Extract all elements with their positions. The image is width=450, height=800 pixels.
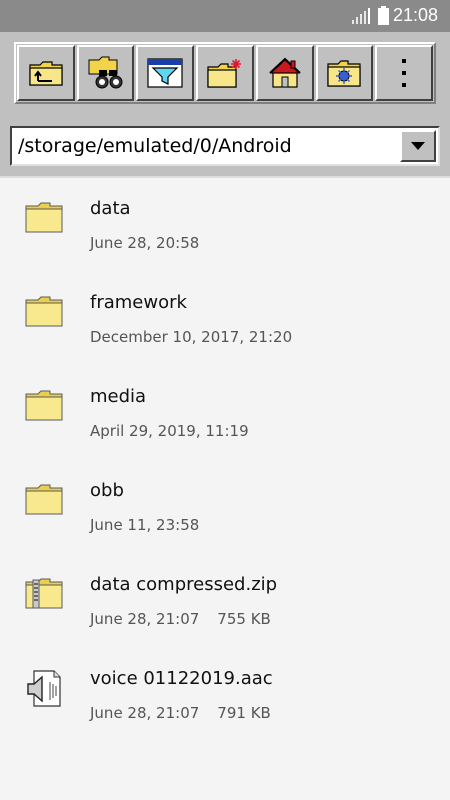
path-combobox[interactable]: /storage/emulated/0/Android xyxy=(10,126,440,166)
file-date: June 28, 21:07 xyxy=(90,610,200,628)
file-meta: April 29, 2019, 11:19 xyxy=(90,422,249,440)
home-button[interactable] xyxy=(255,45,314,101)
folder-icon xyxy=(25,390,63,421)
path-text: /storage/emulated/0/Android xyxy=(18,135,292,157)
list-item[interactable]: voice 01122019.aac June 28, 21:07 791 KB xyxy=(0,648,450,742)
file-size: 791 KB xyxy=(217,704,271,722)
more-menu-button[interactable] xyxy=(375,45,434,101)
file-name: data compressed.zip xyxy=(90,574,278,595)
file-meta: June 11, 23:58 xyxy=(90,516,199,534)
file-name: data xyxy=(90,198,131,219)
file-meta: June 28, 21:07 755 KB xyxy=(90,610,271,628)
folder-icon xyxy=(25,296,63,327)
dropdown-arrow-icon xyxy=(411,142,425,150)
file-date: June 11, 23:58 xyxy=(90,516,200,534)
folder-icon xyxy=(25,484,63,515)
filter-button[interactable] xyxy=(136,45,195,101)
list-item[interactable]: framework December 10, 2017, 21:20 xyxy=(0,272,450,366)
zip-folder-icon xyxy=(25,578,63,609)
home-icon xyxy=(269,57,301,88)
file-date: December 10, 2017, 21:20 xyxy=(90,328,293,346)
folder-up-button[interactable] xyxy=(17,45,75,101)
folder-icon xyxy=(25,202,63,233)
more-vert-icon xyxy=(402,59,407,87)
folder-up-icon xyxy=(29,61,63,86)
folder-settings-icon xyxy=(327,60,362,87)
audio-file-icon xyxy=(27,670,61,707)
status-bar: 21:08 xyxy=(0,0,450,32)
new-folder-button[interactable] xyxy=(196,45,254,101)
list-item[interactable]: media April 29, 2019, 11:19 xyxy=(0,366,450,460)
file-meta: June 28, 21:07 791 KB xyxy=(90,704,271,722)
status-time: 21:08 xyxy=(392,5,438,25)
binoculars-icon xyxy=(88,56,123,89)
file-meta: December 10, 2017, 21:20 xyxy=(90,328,292,346)
file-list: data June 28, 20:58 framework December 1… xyxy=(0,178,450,742)
battery-icon xyxy=(378,6,389,25)
new-folder-icon xyxy=(207,59,242,88)
file-date: June 28, 20:58 xyxy=(90,234,200,252)
file-date: June 28, 21:07 xyxy=(90,704,200,722)
filter-icon xyxy=(147,58,183,88)
file-name: media xyxy=(90,386,147,407)
path-dropdown-button[interactable] xyxy=(400,130,436,162)
file-date: April 29, 2019, 11:19 xyxy=(90,422,249,440)
signal-icon xyxy=(352,8,370,24)
file-name: obb xyxy=(90,480,124,501)
file-name: voice 01122019.aac xyxy=(90,668,273,689)
file-meta: June 28, 20:58 xyxy=(90,234,199,252)
list-item[interactable]: data compressed.zip June 28, 21:07 755 KB xyxy=(0,554,450,648)
list-item[interactable]: data June 28, 20:58 xyxy=(0,178,450,272)
folder-settings-button[interactable] xyxy=(315,45,374,101)
file-name: framework xyxy=(90,292,187,313)
list-item[interactable]: obb June 11, 23:58 xyxy=(0,460,450,554)
find-button[interactable] xyxy=(76,45,135,101)
file-size: 755 KB xyxy=(217,610,271,628)
toolbar xyxy=(14,42,436,104)
toolbar-area: /storage/emulated/0/Android xyxy=(0,32,450,176)
